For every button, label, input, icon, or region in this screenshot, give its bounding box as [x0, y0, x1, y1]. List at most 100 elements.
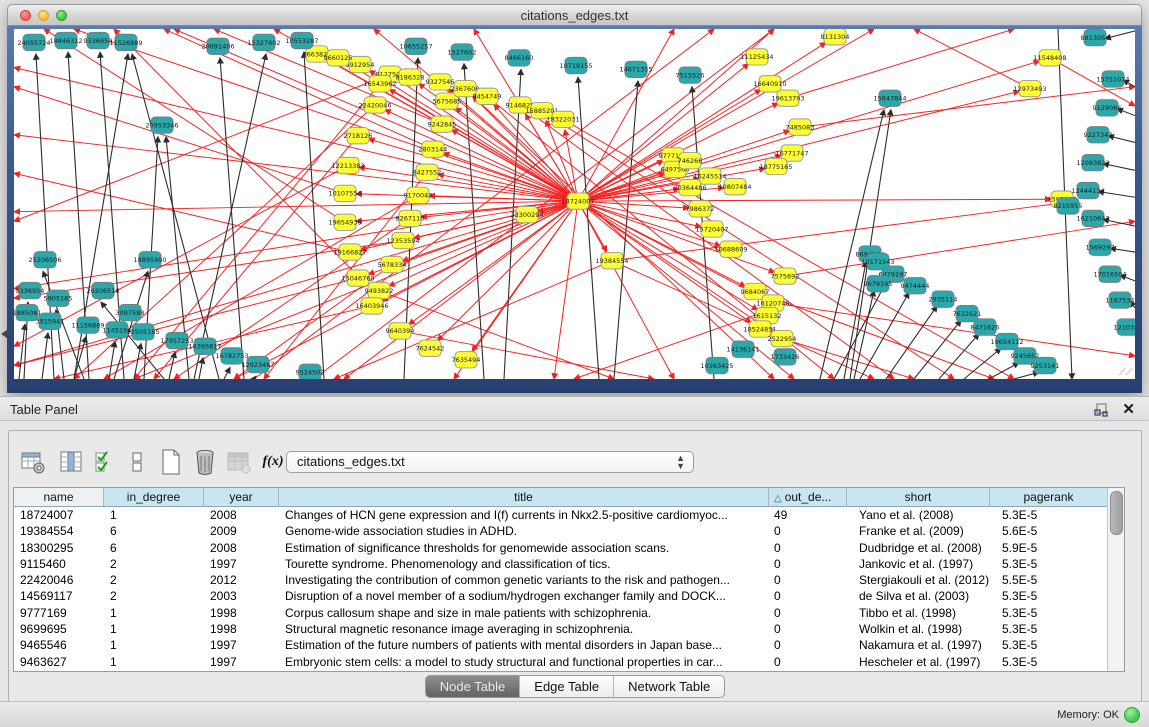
graph-node[interactable]: 15751074	[1096, 71, 1129, 87]
table-row[interactable]: 946554611997Estimation of the future num…	[14, 637, 1108, 653]
graph-node[interactable]: 8454749	[473, 88, 502, 104]
graph-node[interactable]: 5678334	[378, 256, 407, 272]
vertical-scrollbar[interactable]	[1107, 488, 1124, 671]
graph-node[interactable]: 3915941	[36, 313, 65, 329]
graph-node[interactable]: 5905185	[44, 290, 73, 306]
graph-node[interactable]: 8813054	[1081, 29, 1110, 45]
delete-table-button[interactable]	[191, 447, 219, 477]
panel-collapse-arrow-icon[interactable]	[1, 330, 7, 338]
graph-node[interactable]: 7575692	[771, 268, 800, 284]
float-panel-button[interactable]	[1093, 402, 1109, 418]
show-column-button[interactable]	[57, 447, 85, 477]
table-row[interactable]: 911546021997Tourette syndrome. Phenomeno…	[14, 556, 1108, 572]
graph-node[interactable]: 8466160	[505, 50, 534, 66]
graph-node[interactable]: 9227343	[1084, 127, 1113, 143]
table-settings-button[interactable]	[19, 447, 47, 477]
graph-node[interactable]: 11548408	[1033, 50, 1066, 66]
graph-node[interactable]: 7635494	[452, 352, 481, 368]
column-header-title[interactable]: title	[279, 488, 769, 507]
graph-node[interactable]: 2718126	[344, 128, 373, 144]
graph-node[interactable]: 2935114	[929, 291, 958, 307]
graph-node[interactable]: 9336950	[84, 32, 113, 48]
table-row[interactable]: 946362711997Embryonic stem cells: a mode…	[14, 654, 1108, 670]
graph-node[interactable]: 14136141	[726, 341, 759, 357]
close-panel-button[interactable]: ✕	[1122, 400, 1135, 418]
column-header-name[interactable]: name	[14, 488, 104, 507]
graph-node[interactable]: 8186328	[396, 69, 425, 85]
graph-node[interactable]: 10688609	[714, 241, 747, 257]
graph-node[interactable]: 8471626	[971, 319, 1000, 335]
graph-node[interactable]: 14671355	[619, 61, 652, 77]
window-resize-grip[interactable]: ⟋⟋	[1119, 368, 1133, 377]
function-builder-button[interactable]: f(x)	[259, 447, 287, 477]
table-row[interactable]: 969969511998Structural magnetic resonanc…	[14, 621, 1108, 637]
graph-node[interactable]: 1210345	[1114, 319, 1135, 335]
graph-node[interactable]: 20206516	[86, 282, 119, 298]
graph-node[interactable]: 1733426	[771, 349, 800, 365]
graph-node[interactable]: 9336954	[16, 282, 45, 298]
table-row[interactable]: 1872400712008Changes of HCN gene express…	[14, 507, 1108, 523]
graph-node[interactable]: 7986372	[686, 201, 715, 217]
graph-node[interactable]: 17016504	[1093, 266, 1126, 282]
select-all-columns-button[interactable]	[91, 447, 119, 477]
tab-node-table[interactable]: Node Table	[426, 676, 521, 697]
memory-status-indicator[interactable]	[1124, 707, 1140, 723]
node-attribute-table[interactable]: namein_degreeyeartitle△out_de...shortpag…	[13, 487, 1125, 672]
graph-node[interactable]: 18846312	[49, 32, 82, 48]
graph-node[interactable]: 10363425	[700, 357, 733, 373]
graph-node[interactable]: 12353594	[386, 232, 419, 248]
unselect-columns-button[interactable]	[123, 447, 151, 477]
window-titlebar[interactable]: citations_edges.txt	[7, 4, 1142, 26]
graph-node[interactable]: 24055724	[17, 34, 50, 50]
graph-node[interactable]: 9493822	[365, 282, 394, 298]
graph-node[interactable]: 16640910	[753, 76, 786, 92]
network-canvas[interactable]: 1872400789129549127508818632893275461654…	[14, 29, 1135, 379]
graph-node[interactable]: 1527602	[448, 44, 477, 60]
graph-node[interactable]: 9679195	[864, 276, 893, 292]
graph-node[interactable]: 11156889	[71, 317, 104, 333]
graph-node[interactable]: 8267110	[396, 210, 425, 226]
table-select-dropdown[interactable]: citations_edges.txt ▲▼	[286, 451, 694, 473]
tab-edge-table[interactable]: Edge Table	[520, 676, 614, 697]
graph-node[interactable]: 9129066	[1093, 100, 1122, 116]
column-header-short[interactable]: short	[847, 488, 990, 507]
graph-node[interactable]: 7515526	[676, 67, 705, 83]
create-table-button[interactable]	[157, 447, 185, 477]
graph-node[interactable]: 9242845	[428, 116, 457, 132]
graph-node[interactable]: 10107554	[328, 185, 361, 201]
citation-graph[interactable]: 1872400789129549127508818632893275461654…	[14, 29, 1135, 379]
table-row[interactable]: 1830029562008Estimation of significance …	[14, 540, 1108, 556]
column-header-year[interactable]: year	[204, 488, 279, 507]
table-row[interactable]: 1938455462009Genome-wide association stu…	[14, 523, 1108, 539]
graph-node[interactable]: 3097588	[116, 304, 145, 320]
graph-node[interactable]: 19654938	[328, 214, 361, 230]
graph-node[interactable]: 8427552	[413, 164, 442, 180]
graph-node[interactable]: 16210643	[1076, 210, 1109, 226]
graph-node[interactable]: 1167534	[1106, 292, 1135, 308]
graph-node[interactable]: 2803144	[419, 141, 448, 157]
graph-node[interactable]: 9524502	[296, 364, 325, 379]
graph-node[interactable]: 25206506	[28, 252, 61, 268]
graph-node[interactable]: 9474444	[901, 278, 930, 294]
graph-node[interactable]: 10719155	[559, 57, 592, 73]
graph-node[interactable]: 23300294	[510, 206, 543, 222]
graph-node[interactable]: 15647844	[873, 90, 906, 106]
graph-node[interactable]: 11526889	[109, 34, 142, 50]
scrollbar-thumb[interactable]	[1110, 491, 1123, 535]
graph-node[interactable]: 15720407	[695, 221, 728, 237]
graph-node[interactable]: 8131304	[821, 29, 850, 45]
graph-node[interactable]: 10807484	[718, 179, 751, 195]
graph-node[interactable]: 7624542	[416, 340, 445, 356]
graph-node[interactable]: 15327602	[247, 34, 280, 50]
table-row[interactable]: 1456911722003Disruption of a novel membe…	[14, 588, 1108, 604]
graph-node[interactable]: 10655257	[399, 38, 432, 54]
graph-node[interactable]: 9640394	[386, 323, 415, 339]
table-row[interactable]: 977716911998Corpus callosum shape and si…	[14, 605, 1108, 621]
graph-node[interactable]: 746266	[678, 153, 703, 169]
graph-node[interactable]: 8215955	[1054, 198, 1083, 214]
graph-node[interactable]: 20691406	[201, 38, 234, 54]
graph-node[interactable]: 1569297	[1086, 239, 1115, 255]
column-header-out_degree[interactable]: △out_de...	[769, 488, 847, 507]
graph-node[interactable]: 9660125	[324, 50, 353, 66]
column-header-in_degree[interactable]: in_degree	[104, 488, 204, 507]
